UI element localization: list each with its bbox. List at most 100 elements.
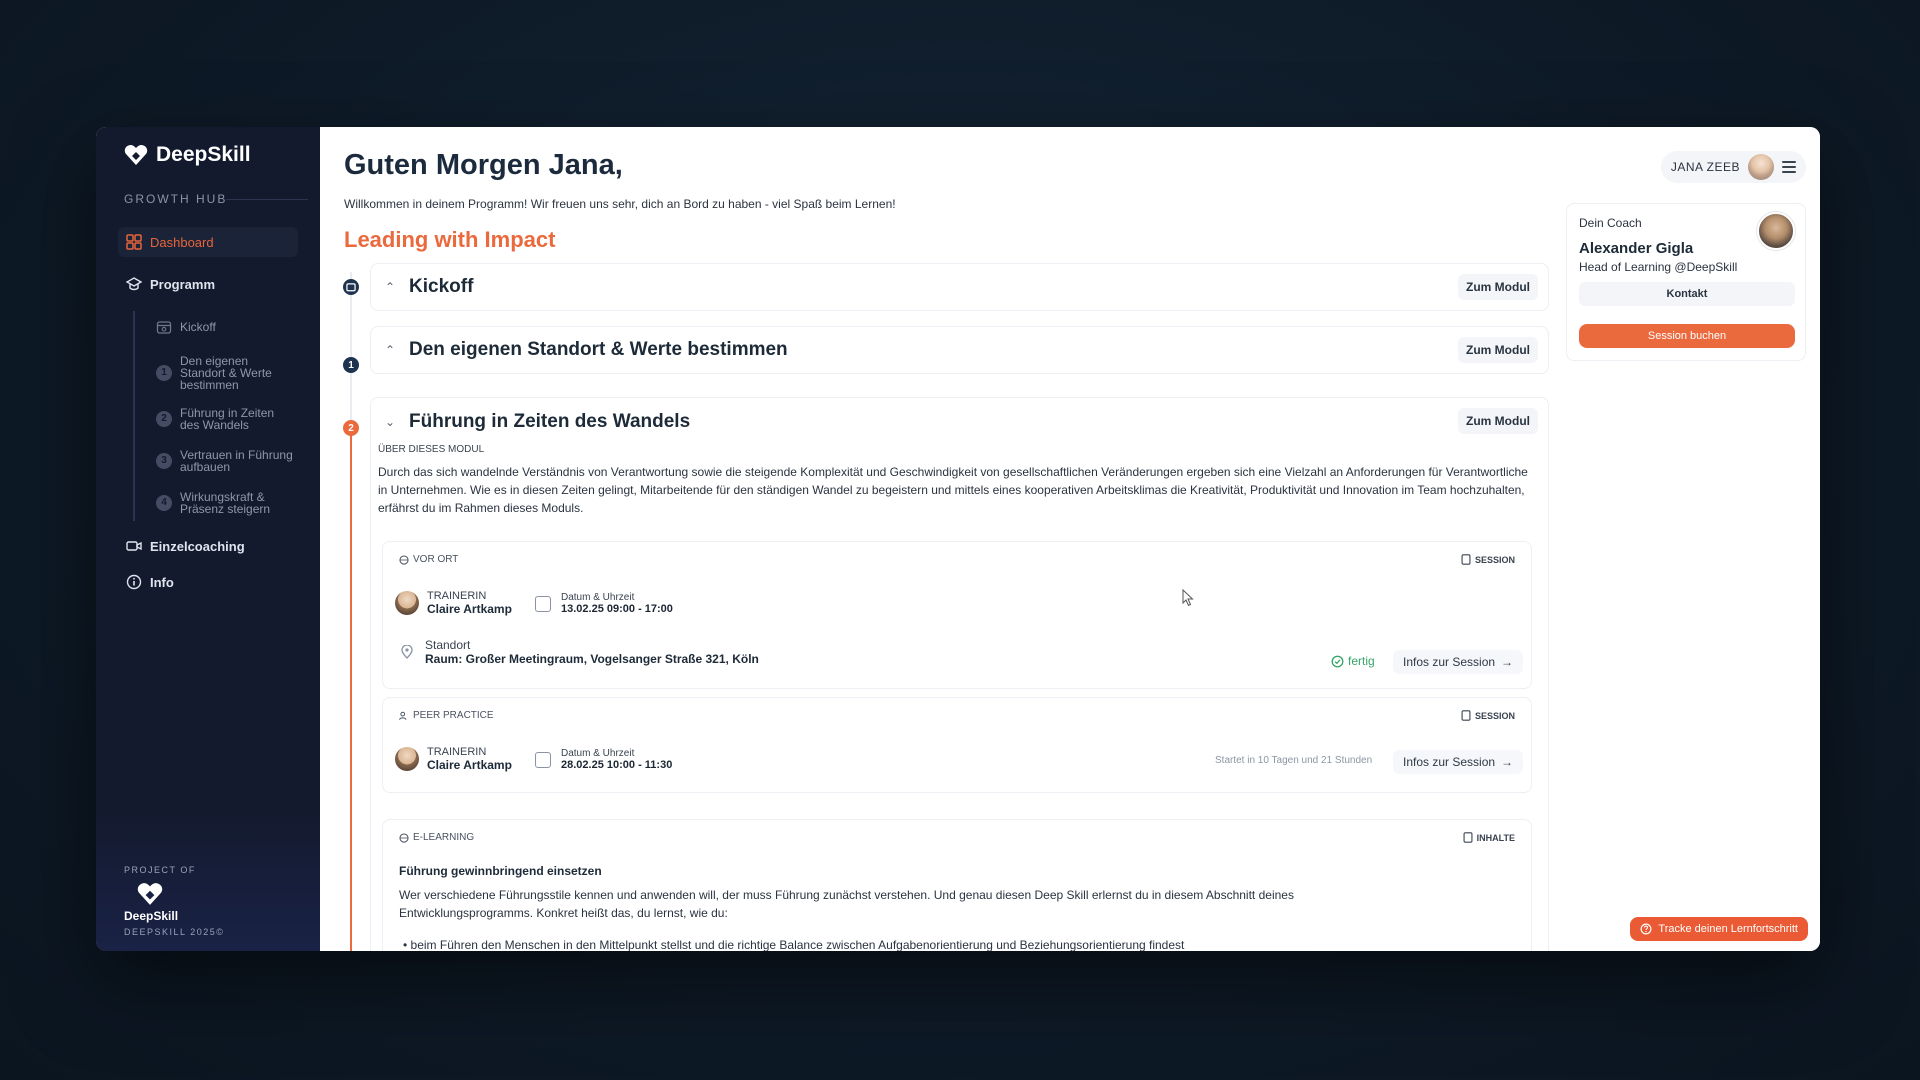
- session-card-vor-ort: VOR ORT SESSION TRAINERIN Claire Artkamp…: [382, 541, 1532, 689]
- program-title: Leading with Impact: [344, 227, 556, 252]
- sidebar-item-module-1[interactable]: 1 Den eigenen Standort & Werte bestimmen: [156, 355, 296, 391]
- sidebar-item-label: Den eigenen Standort & Werte bestimmen: [180, 354, 272, 392]
- brand-name: DeepSkill: [156, 143, 251, 166]
- status-label: fertig: [1348, 654, 1375, 668]
- page-title: Guten Morgen Jana,: [344, 149, 623, 181]
- step-number: 3: [156, 453, 172, 469]
- trainer-block: TRAINERIN Claire Artkamp: [395, 590, 512, 616]
- coach-name: Alexander Gigla: [1579, 240, 1694, 257]
- help-circle-icon: [1640, 923, 1652, 935]
- trainer-block: TRAINERIN Claire Artkamp: [395, 746, 512, 772]
- section-label: GROWTH HUB: [124, 192, 228, 206]
- user-menu[interactable]: JANA ZEEB: [1660, 151, 1806, 183]
- timeline-dot-1: 1: [343, 357, 359, 373]
- content-type-label: INHALTE: [1476, 832, 1515, 843]
- zum-modul-button[interactable]: Zum Modul: [1458, 408, 1538, 434]
- date-block: Datum & Uhrzeit 13.02.25 09:00 - 17:00: [535, 592, 673, 615]
- nav-label: Einzelcoaching: [150, 538, 245, 554]
- zum-modul-button[interactable]: Zum Modul: [1458, 337, 1538, 363]
- sidebar-item-label: Wirkungskraft & Präsenz steigern: [180, 490, 271, 516]
- kontakt-button[interactable]: Kontakt: [1579, 282, 1795, 306]
- session-tag-label: VOR ORT: [413, 554, 459, 565]
- trainer-label: TRAINERIN: [427, 590, 487, 602]
- button-label: Infos zur Session: [1403, 755, 1496, 769]
- timeline-dot-2: 2: [343, 420, 359, 436]
- arrow-right-icon: →: [1501, 655, 1514, 669]
- button-label: Infos zur Session: [1403, 655, 1496, 669]
- infos-zur-session-button[interactable]: Infos zur Session →: [1393, 750, 1524, 774]
- module-title: Kickoff: [409, 276, 474, 297]
- timeline-dot-kickoff: [343, 279, 359, 295]
- video-camera-icon: [126, 541, 142, 551]
- date-value: 28.02.25 10:00 - 11:30: [561, 759, 673, 771]
- elearning-title: Führung gewinnbringend einsetzen: [399, 864, 602, 878]
- project-logo: DeepSkill: [124, 882, 179, 923]
- zum-modul-button[interactable]: Zum Modul: [1458, 274, 1538, 300]
- session-tag-label: PEER PRACTICE: [413, 710, 494, 721]
- about-label: ÜBER DIESES MODUL: [378, 444, 485, 455]
- module-kickoff[interactable]: ⌃ Kickoff Zum Modul: [370, 263, 1549, 311]
- session-type-label: SESSION: [1474, 554, 1515, 565]
- session-tag-label: E-LEARNING: [413, 832, 475, 843]
- grid-icon: [126, 234, 142, 250]
- session-type: SESSION: [1461, 554, 1515, 565]
- date-label: Datum & Uhrzeit: [561, 748, 635, 759]
- trainer-avatar: [395, 591, 419, 615]
- globe-icon: [399, 832, 409, 843]
- app-window: DeepSkill GROWTH HUB Dashboard Programm …: [96, 127, 1820, 951]
- menu-icon[interactable]: [1782, 161, 1796, 173]
- chevron-down-icon[interactable]: ⌄: [385, 415, 399, 429]
- user-avatar: [1748, 154, 1774, 180]
- brand-logo[interactable]: DeepSkill: [124, 143, 251, 167]
- module-standort[interactable]: ⌃ Den eigenen Standort & Werte bestimmen…: [370, 326, 1549, 374]
- users-icon: [399, 711, 407, 720]
- sidebar-item-kickoff[interactable]: Kickoff: [156, 319, 296, 335]
- document-icon: [1461, 710, 1471, 721]
- nav-dashboard[interactable]: Dashboard: [118, 227, 298, 257]
- chevron-up-icon[interactable]: ⌃: [385, 280, 399, 294]
- calendar-icon: [535, 595, 551, 612]
- timeline-progress: [350, 429, 352, 951]
- sidebar: DeepSkill GROWTH HUB Dashboard Programm …: [96, 127, 320, 951]
- date-label: Datum & Uhrzeit: [561, 592, 635, 603]
- check-circle-icon: [1331, 655, 1344, 667]
- sub-nav-line: [133, 311, 135, 521]
- trainer-name: Claire Artkamp: [427, 758, 512, 772]
- session-buchen-button[interactable]: Session buchen: [1579, 324, 1795, 348]
- starts-in-text: Startet in 10 Tagen und 21 Stunden: [1215, 755, 1373, 766]
- divider: [226, 199, 308, 200]
- sidebar-item-module-4[interactable]: 4 Wirkungskraft & Präsenz steigern: [156, 491, 296, 515]
- elearning-text: Wer verschiedene Führungsstile kennen un…: [399, 888, 1294, 920]
- track-progress-button[interactable]: Tracke deinen Lernfortschritt: [1630, 917, 1808, 941]
- location-value: Raum: Großer Meetingraum, Vogelsanger St…: [425, 652, 759, 666]
- nav-info[interactable]: Info: [118, 567, 298, 597]
- coach-role: Head of Learning @DeepSkill: [1579, 260, 1738, 274]
- session-type-label: SESSION: [1474, 710, 1515, 721]
- map-pin-icon: [401, 645, 413, 659]
- sidebar-item-module-3[interactable]: 3 Vertrauen in Führung aufbauen: [156, 449, 296, 473]
- module-header[interactable]: ⌄ Führung in Zeiten des Wandels Zum Modu…: [371, 398, 1548, 446]
- nav-einzelcoaching[interactable]: Einzelcoaching: [118, 531, 298, 561]
- nav-label: Programm: [150, 276, 216, 292]
- session-tag: PEER PRACTICE: [399, 710, 494, 721]
- arrow-right-icon: →: [1501, 755, 1514, 769]
- sidebar-item-label: Führung in Zeiten des Wandels: [180, 406, 275, 432]
- location-label: Standort: [425, 638, 471, 652]
- bullet-text: beim Führen den Menschen in den Mittelpu…: [410, 938, 1185, 951]
- globe-icon: [399, 554, 409, 565]
- button-label: Tracke deinen Lernfortschritt: [1658, 923, 1798, 935]
- sidebar-item-module-2[interactable]: 2 Führung in Zeiten des Wandels: [156, 407, 296, 431]
- nav-label: Dashboard: [150, 234, 214, 250]
- document-icon: [1461, 554, 1471, 565]
- nav-label: Info: [150, 574, 174, 590]
- project-brand: DeepSkill: [124, 909, 179, 923]
- elearning-bullet: • beim Führen den Menschen in den Mittel…: [403, 938, 1185, 951]
- project-copyright: DEEPSKILL 2025©: [124, 927, 225, 937]
- chevron-up-icon[interactable]: ⌃: [385, 343, 399, 357]
- nav-programm[interactable]: Programm: [118, 269, 298, 299]
- coach-avatar: [1757, 212, 1795, 250]
- trainer-label: TRAINERIN: [427, 746, 487, 758]
- session-type: SESSION: [1461, 710, 1515, 721]
- session-card-peer-practice: PEER PRACTICE SESSION TRAINERIN Claire A…: [382, 697, 1532, 793]
- infos-zur-session-button[interactable]: Infos zur Session →: [1393, 650, 1524, 674]
